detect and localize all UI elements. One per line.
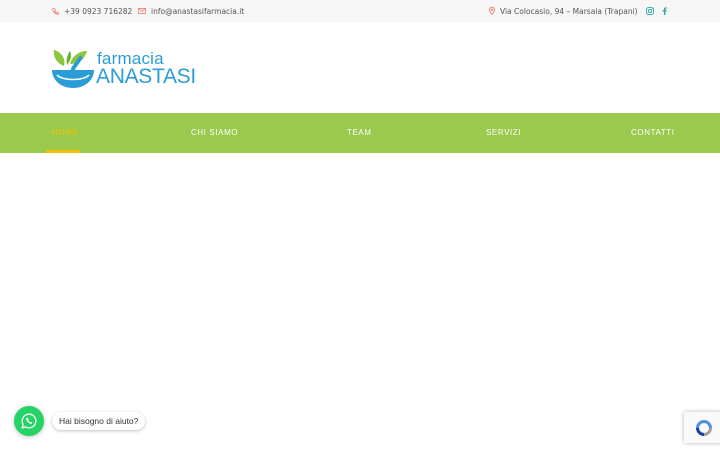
logo-text-anastasi: ANASTASI <box>96 65 196 88</box>
instagram-link[interactable] <box>646 0 659 22</box>
recaptcha-badge[interactable] <box>684 412 720 443</box>
top-bar: +39 0923 716282 info@anastasifarmacia.it… <box>0 0 720 22</box>
mortar-pestle-logo-icon <box>52 50 94 88</box>
nav-item-chi-siamo[interactable]: CHI SIAMO <box>191 113 238 153</box>
mail-icon <box>138 8 146 14</box>
nav-item-contatti[interactable]: CONTATTI <box>631 113 675 153</box>
logo[interactable]: farmacia ANASTASI <box>50 46 196 92</box>
active-nav-indicator <box>46 150 80 153</box>
nav-item-servizi[interactable]: SERVIZI <box>486 113 521 153</box>
main-nav: HOME CHI SIAMO TEAM SERVIZI CONTATTI <box>0 113 720 153</box>
address-text: Via Colocasio, 94 – Marsala (Trapani) <box>500 6 638 16</box>
whatsapp-help-bubble[interactable]: Hai bisogno di aiuto? <box>52 412 146 430</box>
nav-item-home[interactable]: HOME <box>52 113 78 153</box>
recaptcha-icon <box>696 419 712 436</box>
phone-number: +39 0923 716282 <box>64 6 133 16</box>
location-pin-icon <box>489 7 495 15</box>
phone-icon <box>52 7 59 15</box>
facebook-link[interactable] <box>662 0 672 22</box>
email-address: info@anastasifarmacia.it <box>151 6 245 16</box>
instagram-icon <box>646 7 654 15</box>
facebook-icon <box>662 7 667 15</box>
whatsapp-icon <box>21 413 37 429</box>
nav-item-team[interactable]: TEAM <box>347 113 372 153</box>
whatsapp-chat-button[interactable] <box>14 406 44 436</box>
site-header: farmacia ANASTASI <box>0 22 720 113</box>
address-contact: Via Colocasio, 94 – Marsala (Trapani) <box>489 0 638 22</box>
email-contact[interactable]: info@anastasifarmacia.it <box>138 0 244 22</box>
phone-contact[interactable]: +39 0923 716282 <box>52 0 132 22</box>
